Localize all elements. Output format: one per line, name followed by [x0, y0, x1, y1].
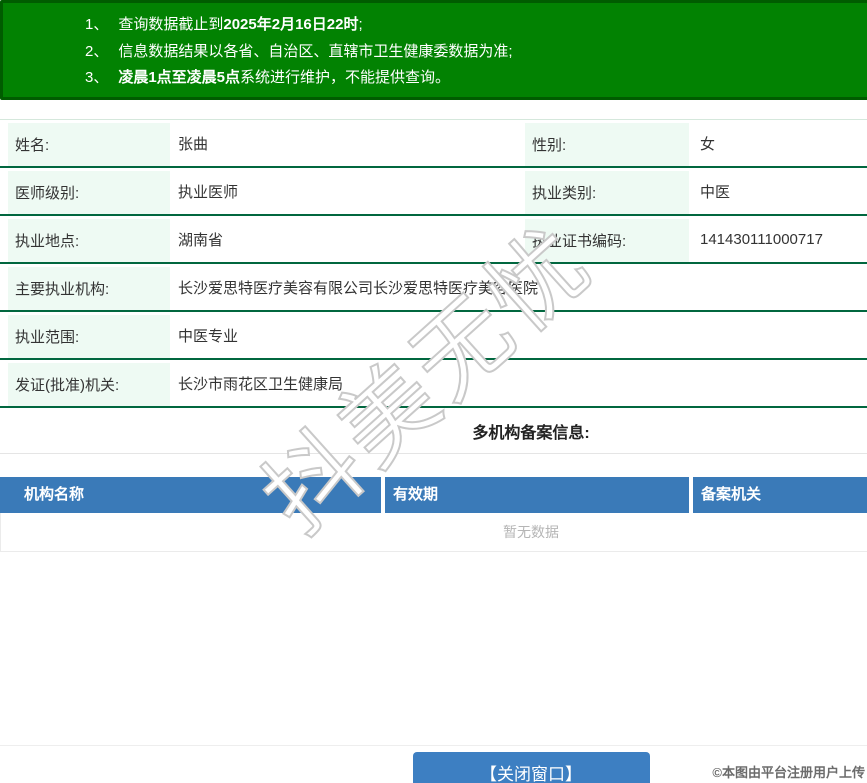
practice-location-label: 执业地点: — [8, 219, 170, 262]
name-label: 姓名: — [8, 123, 170, 166]
practitioner-info-table: 姓名: 张曲 性别: 女 医师级别: 执业医师 执业类别: 中医 执业地点: 湖… — [0, 119, 867, 408]
column-header-institution-name: 机构名称 — [0, 477, 381, 513]
practice-scope-value: 中医专业 — [178, 327, 239, 345]
notice-line-number: 3、 — [85, 69, 109, 86]
notice-line-number: 2、 — [85, 42, 109, 60]
notice-text: ; — [358, 16, 363, 33]
notice-text: 信息数据结果以各省、自治区、直辖市卫生健康委数据为准; — [118, 42, 513, 60]
issuing-authority-label: 发证(批准)机关: — [8, 363, 170, 406]
table-row-level-category: 医师级别: 执业医师 执业类别: 中医 — [0, 168, 867, 216]
table-row-issuing-authority: 发证(批准)机关: 长沙市雨花区卫生健康局 — [0, 360, 867, 408]
gender-label: 性别: — [525, 123, 689, 166]
notice-line-number: 1、 — [85, 16, 109, 33]
query-result-window: 1、 查询数据截止到2025年2月16日22时; 2、 信息数据结果以各省、自治区、… — [0, 0, 867, 783]
main-institution-label: 主要执业机构: — [8, 267, 170, 310]
certificate-number-value: 141430111000717 — [700, 230, 823, 248]
copyright-stamp: ©本图由平台注册用户上传 — [712, 765, 865, 780]
certificate-number-label: 执业证书编码: — [525, 219, 689, 262]
table-row-name-gender: 姓名: 张曲 性别: 女 — [0, 120, 867, 168]
divider — [0, 745, 867, 746]
page-content: 1、 查询数据截止到2025年2月16日22时; 2、 信息数据结果以各省、自治区、… — [0, 0, 867, 783]
practice-category-value: 中医 — [700, 183, 731, 201]
gender-value: 女 — [700, 135, 716, 153]
practice-location-value: 湖南省 — [178, 231, 224, 249]
notice-line-1: 1、 查询数据截止到2025年2月16日22时; — [85, 12, 867, 39]
issuing-authority-value: 长沙市雨花区卫生健康局 — [178, 375, 344, 393]
notice-text: 系统进行维护，不能提供查询。 — [240, 69, 451, 86]
name-value: 张曲 — [178, 135, 209, 153]
notice-line-2: 2、 信息数据结果以各省、自治区、直辖市卫生健康委数据为准; — [85, 39, 867, 66]
multi-institution-section-title: 多机构备案信息: — [0, 408, 867, 454]
notice-text-bold: 2025年2月16日22时 — [223, 16, 359, 33]
table-row-practice-scope: 执业范围: 中医专业 — [0, 312, 867, 360]
notice-line-3: 3、 凌晨1点至凌晨5点系统进行维护，不能提供查询。 — [85, 65, 867, 92]
main-institution-value: 长沙爱思特医疗美容有限公司长沙爱思特医疗美容医院 — [178, 279, 539, 297]
notice-banner: 1、 查询数据截止到2025年2月16日22时; 2、 信息数据结果以各省、自治区、… — [0, 0, 867, 100]
notice-text-bold: 凌晨1点至凌晨5点 — [118, 69, 241, 86]
doctor-level-value: 执业医师 — [178, 183, 239, 201]
registry-table-header: 机构名称 有效期 备案机关 — [0, 477, 867, 513]
table-row-location-certificate: 执业地点: 湖南省 执业证书编码: 141430111000717 — [0, 216, 867, 264]
doctor-level-label: 医师级别: — [8, 171, 170, 214]
registry-empty-state: 暂无数据 — [0, 513, 867, 552]
close-window-button[interactable]: 【关闭窗口】 — [412, 752, 650, 783]
notice-text: 查询数据截止到 — [118, 16, 224, 33]
column-header-validity-period: 有效期 — [385, 477, 689, 513]
practice-scope-label: 执业范围: — [8, 315, 170, 358]
table-row-main-institution: 主要执业机构: 长沙爱思特医疗美容有限公司长沙爱思特医疗美容医院 — [0, 264, 867, 312]
column-header-registry-authority: 备案机关 — [693, 477, 867, 513]
practice-category-label: 执业类别: — [525, 171, 689, 214]
